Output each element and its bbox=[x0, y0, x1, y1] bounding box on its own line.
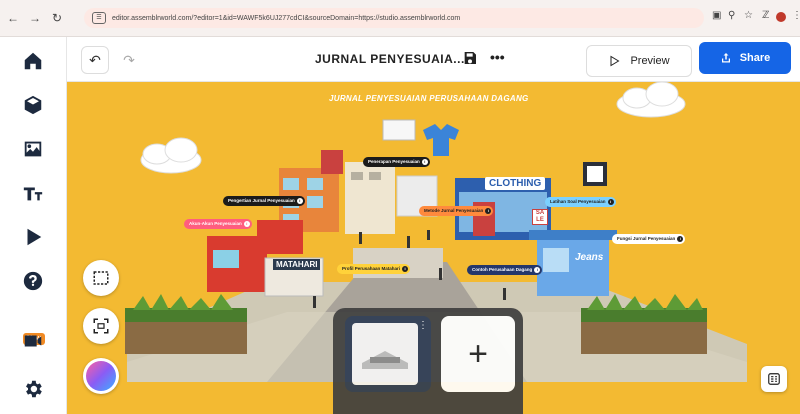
browser-menu-icon[interactable]: ⋮ bbox=[792, 10, 800, 21]
profile-avatar[interactable] bbox=[776, 12, 786, 22]
shirt-sign bbox=[423, 124, 459, 156]
sidebar-item-animation[interactable] bbox=[0, 219, 66, 255]
scene-title: JURNAL PENYESUAIAN PERUSAHAAN DAGANG bbox=[329, 94, 529, 103]
planter-right bbox=[581, 320, 707, 354]
color-picker-button[interactable] bbox=[83, 358, 119, 394]
redo-icon: ↷ bbox=[123, 51, 135, 68]
translate-icon[interactable]: ℤ bbox=[762, 10, 769, 21]
reload-icon[interactable]: ↻ bbox=[48, 9, 66, 27]
sidebar-item-images[interactable] bbox=[0, 131, 66, 167]
sidebar-item-text[interactable] bbox=[0, 175, 66, 211]
home-icon bbox=[24, 52, 42, 70]
site-info-icon[interactable]: ☰ bbox=[92, 12, 106, 24]
preview-label: Preview bbox=[630, 55, 670, 67]
tag-latihan[interactable]: Latihan Soal Penyesuaian bbox=[545, 197, 616, 207]
zoom-icon[interactable]: ⚲ bbox=[728, 10, 735, 21]
frame-icon bbox=[93, 271, 109, 285]
text-icon bbox=[23, 187, 43, 201]
ar-scan-button[interactable] bbox=[83, 308, 119, 344]
frame-tool-button[interactable] bbox=[83, 260, 119, 296]
layout-toggle-button[interactable] bbox=[761, 366, 787, 392]
redo-button[interactable]: ↷ bbox=[115, 46, 143, 74]
share-icon bbox=[721, 53, 730, 63]
left-sidebar: New bbox=[0, 37, 67, 414]
project-title[interactable]: JURNAL PENYESUAIA... bbox=[315, 52, 465, 66]
tag-penerapan[interactable]: Penerapan Penyesuaian bbox=[363, 157, 430, 167]
cloud-right bbox=[616, 82, 686, 118]
sale-sign: SA LE bbox=[532, 209, 548, 225]
color-wheel-icon bbox=[86, 361, 116, 391]
slide-tray: ⋮ + bbox=[333, 308, 523, 414]
matahari-sign: MATAHARI bbox=[273, 259, 321, 270]
address-url: editor.assemblrworld.com/?editor=1&id=WA… bbox=[112, 14, 461, 22]
undo-button[interactable]: ↶ bbox=[81, 46, 109, 74]
list-view-icon bbox=[768, 373, 780, 385]
sidebar-item-quiz[interactable] bbox=[0, 263, 66, 299]
sidebar-item-objects[interactable] bbox=[0, 87, 66, 123]
editor-toolbar: ↶ ↷ JURNAL PENYESUAIA... ••• Preview Sha… bbox=[67, 37, 800, 82]
cube-icon bbox=[24, 95, 42, 115]
question-icon bbox=[23, 271, 43, 291]
clothing-sign: CLOTHING bbox=[485, 177, 546, 190]
sidebar-item-home[interactable] bbox=[0, 43, 66, 79]
tag-fungsi[interactable]: Fungsi Jurnal Penyesuaian bbox=[612, 234, 686, 244]
sidebar-item-video[interactable] bbox=[0, 323, 66, 359]
tag-metode[interactable]: Metode Jurnal Penyesuaian bbox=[419, 206, 494, 216]
gear-icon bbox=[26, 380, 42, 398]
more-options-icon[interactable]: ••• bbox=[490, 49, 505, 65]
address-bar[interactable]: ☰ editor.assemblrworld.com/?editor=1&id=… bbox=[84, 8, 704, 28]
slide-preview-scene bbox=[362, 351, 408, 369]
add-slide-button[interactable]: + bbox=[441, 316, 515, 392]
tag-akun[interactable]: Akun-Akun Penyesuaian bbox=[184, 219, 252, 229]
scan-icon bbox=[93, 318, 109, 334]
planter-left bbox=[125, 320, 247, 354]
undo-icon: ↶ bbox=[89, 51, 101, 68]
back-icon[interactable]: ← bbox=[4, 9, 22, 27]
preview-button[interactable]: Preview bbox=[586, 45, 692, 77]
slide-preview bbox=[352, 323, 418, 385]
browser-toolbar: ← → ↻ ☰ editor.assemblrworld.com/?editor… bbox=[0, 0, 800, 37]
play-icon bbox=[27, 228, 42, 246]
forward-icon[interactable]: → bbox=[26, 9, 44, 27]
bookmark-star-icon[interactable]: ☆ bbox=[744, 10, 753, 21]
cloud-left bbox=[140, 137, 202, 174]
share-button[interactable]: Share bbox=[699, 42, 791, 74]
save-icon[interactable] bbox=[462, 50, 478, 66]
sidebar-item-settings[interactable] bbox=[0, 371, 66, 407]
video-camera-icon bbox=[24, 335, 42, 347]
scene-canvas[interactable]: JURNAL PENYESUAIAN PERUSAHAAN DAGANG CLO… bbox=[67, 82, 800, 414]
slide-thumbnail[interactable]: ⋮ bbox=[345, 316, 431, 392]
share-label: Share bbox=[739, 52, 771, 64]
play-outline-icon bbox=[610, 55, 620, 67]
jeans-sign: Jeans bbox=[575, 252, 604, 263]
image-icon bbox=[24, 141, 42, 157]
cast-icon[interactable]: ▣ bbox=[712, 10, 721, 21]
tag-profil[interactable]: Profil Perusahaan Matahari bbox=[337, 264, 411, 274]
tag-pengertian[interactable]: Pengertian Jurnal Penyesuaian bbox=[223, 196, 305, 206]
tag-contoh[interactable]: Contoh Perusahaan Dagang bbox=[467, 265, 543, 275]
slide-menu-icon[interactable]: ⋮ bbox=[418, 320, 428, 331]
